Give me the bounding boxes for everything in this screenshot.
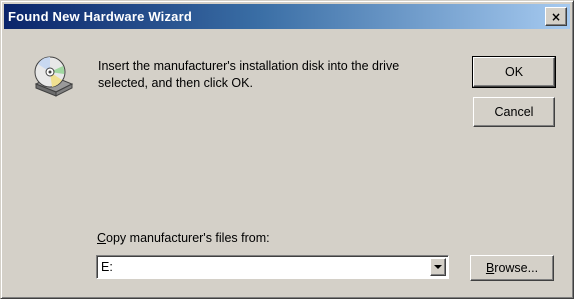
cancel-button[interactable]: Cancel xyxy=(473,97,555,127)
title-bar[interactable]: Found New Hardware Wizard × xyxy=(4,4,570,29)
chevron-down-icon xyxy=(434,265,442,269)
copy-from-dropdown-button[interactable] xyxy=(430,258,446,276)
install-disk-icon xyxy=(34,56,74,97)
copy-from-path-input[interactable] xyxy=(99,258,426,276)
ok-button[interactable]: OK xyxy=(472,56,556,88)
cancel-button-label: Cancel xyxy=(494,105,534,119)
browse-button-text: rowse... xyxy=(494,261,539,275)
browse-button-label: Browse... xyxy=(486,261,538,275)
close-button[interactable]: × xyxy=(545,7,567,26)
found-new-hardware-dialog: Found New Hardware Wizard × Insert the m… xyxy=(0,0,574,299)
instruction-text: Insert the manufacturer's installation d… xyxy=(98,58,458,92)
copy-from-combobox[interactable] xyxy=(96,255,449,279)
ok-button-label: OK xyxy=(504,65,524,79)
instruction-line-2: selected, and then click OK. xyxy=(98,76,253,90)
window-title: Found New Hardware Wizard xyxy=(8,9,193,24)
copy-from-label-mnemonic: C xyxy=(97,231,107,245)
browse-button[interactable]: Browse... xyxy=(470,255,554,281)
close-icon: × xyxy=(550,9,562,24)
copy-from-label-text: opy manufacturer's files from: xyxy=(106,231,270,245)
copy-from-label: Copy manufacturer's files from: xyxy=(97,231,270,245)
instruction-line-1: Insert the manufacturer's installation d… xyxy=(98,59,400,73)
